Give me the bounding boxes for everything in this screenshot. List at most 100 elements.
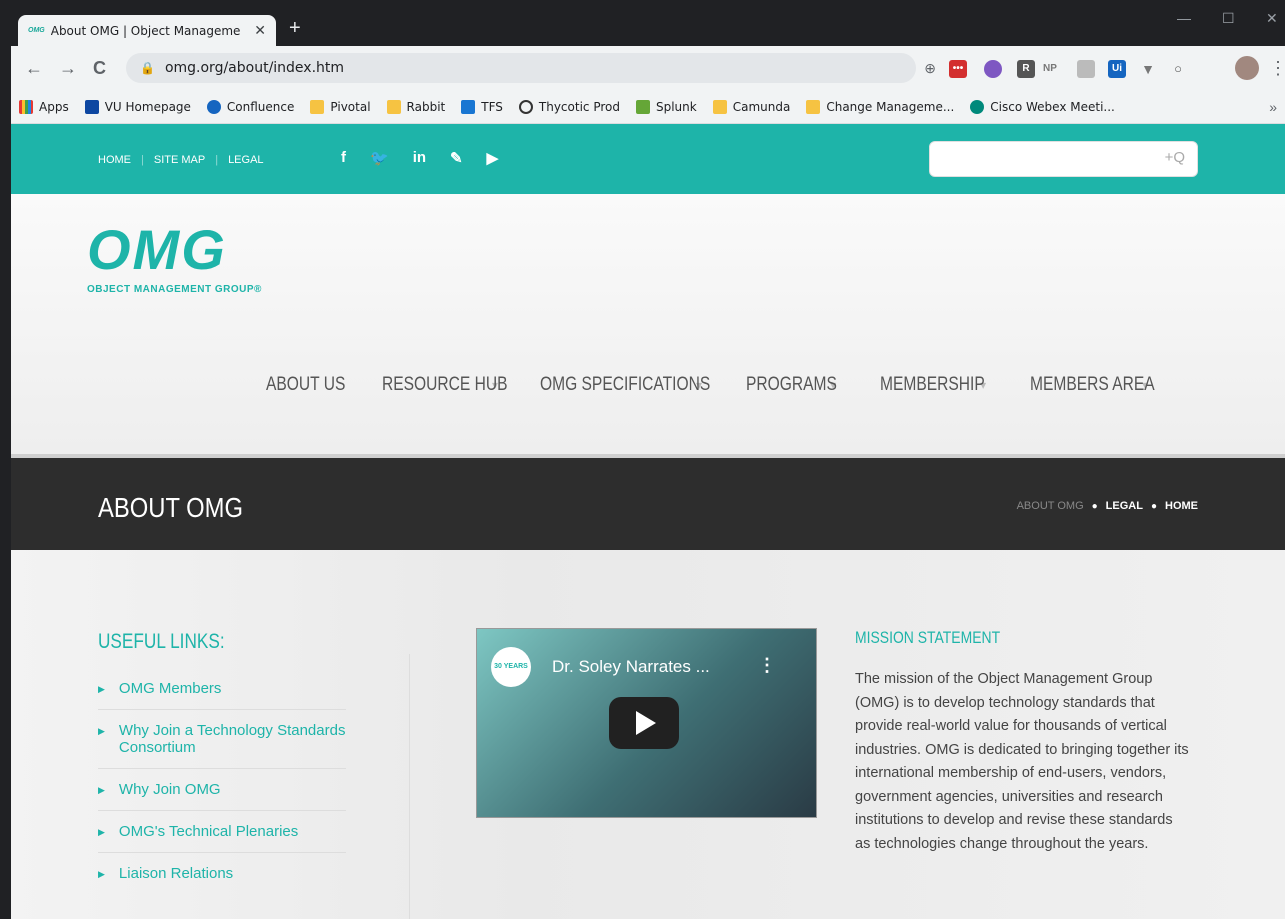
nav-members-area[interactable]: MEMBERS AREA — [1030, 374, 1155, 396]
bookmark-pivotal[interactable]: Pivotal — [310, 99, 371, 114]
facebook-icon[interactable]: f — [341, 149, 346, 167]
folder-icon — [310, 99, 325, 114]
minimize-icon[interactable]: — — [1177, 10, 1191, 26]
r-extension-icon[interactable]: R — [1017, 60, 1035, 78]
folder-icon — [712, 99, 727, 114]
site-search-input[interactable]: +Q — [929, 141, 1198, 177]
extension-icon[interactable] — [984, 60, 1002, 78]
linkedin-icon[interactable]: in — [413, 149, 426, 167]
bookmark-tfs[interactable]: TFS — [461, 99, 503, 114]
circle-extension-icon[interactable]: ○ — [1169, 60, 1187, 78]
top-link-sitemap[interactable]: SITE MAP — [154, 154, 205, 166]
site-header: OMG OBJECT MANAGEMENT GROUP® ABOUT US RE… — [11, 194, 1285, 454]
link-label: OMG's Technical Plenaries — [118, 823, 299, 840]
bookmark-change-management[interactable]: Change Manageme... — [806, 99, 955, 114]
address-bar[interactable]: 🔒 omg.org/about/index.htm ⊕ ☆ — [126, 53, 964, 83]
vue-extension-icon[interactable]: ▼ — [1139, 60, 1157, 78]
maximize-icon[interactable]: ☐ — [1222, 10, 1235, 27]
bookmark-rabbit[interactable]: Rabbit — [386, 99, 446, 114]
bookmark-splunk[interactable]: Splunk — [635, 99, 697, 114]
video-menu-icon[interactable]: ⋮ — [758, 655, 776, 676]
bookmark-label: Cisco Webex Meeti... — [990, 99, 1115, 114]
breadcrumb: ABOUT OMG ● LEGAL ● HOME — [1017, 500, 1198, 512]
reload-icon[interactable]: C — [93, 58, 106, 79]
nav-about-us[interactable]: ABOUT US — [266, 374, 361, 396]
ui-extension-icon[interactable]: Ui — [1108, 60, 1126, 78]
link-label: Why Join OMG — [118, 781, 221, 798]
apps-grid-icon — [19, 99, 33, 114]
social-links: f 🐦 in ✎ ▶ — [341, 149, 498, 167]
bookmark-apps[interactable]: Apps — [19, 99, 69, 114]
breadcrumb-current: ABOUT OMG — [1016, 500, 1084, 512]
profile-avatar[interactable] — [1235, 56, 1259, 80]
nav-omg-specifications[interactable]: OMG SPECIFICATIONS — [540, 374, 710, 396]
link-label: Liaison Relations — [118, 865, 234, 882]
breadcrumb-legal[interactable]: LEGAL — [1106, 500, 1143, 512]
search-icon[interactable]: +Q — [1165, 149, 1185, 166]
list-item[interactable]: ▶ OMG's Technical Plenaries — [98, 811, 346, 853]
menu-kebab-icon[interactable]: ⋮ — [1269, 58, 1285, 79]
nav-membership[interactable]: MEMBERSHIP — [880, 374, 985, 396]
useful-links-heading: USEFUL LINKS: — [98, 630, 225, 653]
logo-mark: OMG — [87, 218, 227, 281]
zoom-icon[interactable]: ⊕ — [924, 60, 936, 77]
browser-tab[interactable]: OMG About OMG | Object Manageme ✕ — [18, 15, 276, 46]
top-links: HOME | SITE MAP | LEGAL — [98, 154, 264, 166]
thycotic-icon — [518, 99, 533, 114]
page-title: ABOUT OMG — [98, 492, 244, 523]
forward-icon[interactable]: → — [59, 58, 77, 79]
bookmark-webex[interactable]: Cisco Webex Meeti... — [970, 99, 1115, 114]
np-extension-icon[interactable]: NP — [1041, 60, 1059, 78]
tab-title: About OMG | Object Manageme — [50, 23, 241, 38]
list-item[interactable]: ▶ OMG Members — [98, 668, 346, 710]
lastpass-icon[interactable]: ••• — [949, 60, 967, 78]
column-divider — [409, 654, 410, 919]
bookmark-label: Camunda — [732, 99, 791, 114]
more-bookmarks-icon[interactable]: » — [1269, 99, 1277, 115]
list-item[interactable]: ▶ Why Join a Technology Standards Consort… — [98, 710, 346, 769]
folder-icon — [806, 99, 821, 114]
top-link-legal[interactable]: LEGAL — [228, 154, 263, 166]
back-icon[interactable]: ← — [25, 58, 43, 79]
caret-right-icon: ▶ — [98, 869, 105, 879]
translate-extension-icon[interactable] — [1077, 60, 1095, 78]
list-item[interactable]: ▶ Liaison Relations — [98, 853, 346, 894]
omg-logo[interactable]: OMG OBJECT MANAGEMENT GROUP® — [87, 218, 262, 295]
bookmark-label: Confluence — [226, 99, 295, 114]
play-icon — [636, 711, 656, 735]
bookmark-confluence[interactable]: Confluence — [206, 99, 295, 114]
folder-icon — [386, 99, 401, 114]
list-item[interactable]: ▶ Why Join OMG — [98, 769, 346, 811]
bookmark-camunda[interactable]: Camunda — [712, 99, 791, 114]
edit-icon[interactable]: ✎ — [450, 149, 463, 167]
link-label: OMG Members — [118, 680, 222, 697]
link-label: Why Join a Technology Standards Consorti… — [118, 722, 346, 756]
nav-resource-hub[interactable]: RESOURCE HUB — [382, 374, 508, 396]
browser-window: OMG About OMG | Object Manageme ✕ + — ☐ … — [0, 0, 1285, 919]
useful-links-list: ▶ OMG Members ▶ Why Join a Technology Stan… — [98, 668, 346, 894]
play-button[interactable] — [609, 697, 679, 749]
new-tab-icon[interactable]: + — [289, 17, 301, 40]
site-topbar: HOME | SITE MAP | LEGAL f 🐦 in ✎ ▶ +Q — [11, 124, 1285, 194]
bookmark-label: VU Homepage — [104, 99, 191, 114]
bookmark-thycotic[interactable]: Thycotic Prod — [518, 99, 620, 114]
page-title-bar: ABOUT OMG ABOUT OMG ● LEGAL ● HOME — [11, 454, 1285, 550]
bookmark-label: Rabbit — [406, 99, 446, 114]
bookmarks-bar: Apps VU Homepage Confluence Pivotal Rabb… — [11, 90, 1285, 124]
youtube-icon[interactable]: ▶ — [487, 149, 499, 167]
video-embed[interactable]: 30 YEARS Dr. Soley Narrates ... ⋮ — [476, 628, 817, 818]
nav-programs[interactable]: PROGRAMS — [746, 374, 837, 396]
bookmark-vu-homepage[interactable]: VU Homepage — [84, 99, 191, 114]
logo-subtitle: OBJECT MANAGEMENT GROUP® — [87, 284, 262, 295]
bookmark-label: Thycotic Prod — [538, 99, 620, 114]
breadcrumb-home[interactable]: HOME — [1165, 500, 1198, 512]
twitter-icon[interactable]: 🐦 — [370, 149, 389, 167]
confluence-icon — [206, 99, 221, 114]
content-area: USEFUL LINKS: ▶ OMG Members ▶ Why Join a T… — [11, 550, 1285, 919]
top-link-home[interactable]: HOME — [98, 154, 131, 166]
video-title[interactable]: Dr. Soley Narrates ... — [552, 657, 710, 677]
azure-devops-icon — [461, 99, 476, 114]
bookmark-label: Change Manageme... — [826, 99, 955, 114]
close-window-icon[interactable]: ✕ — [1266, 10, 1278, 27]
close-tab-icon[interactable]: ✕ — [254, 22, 266, 39]
